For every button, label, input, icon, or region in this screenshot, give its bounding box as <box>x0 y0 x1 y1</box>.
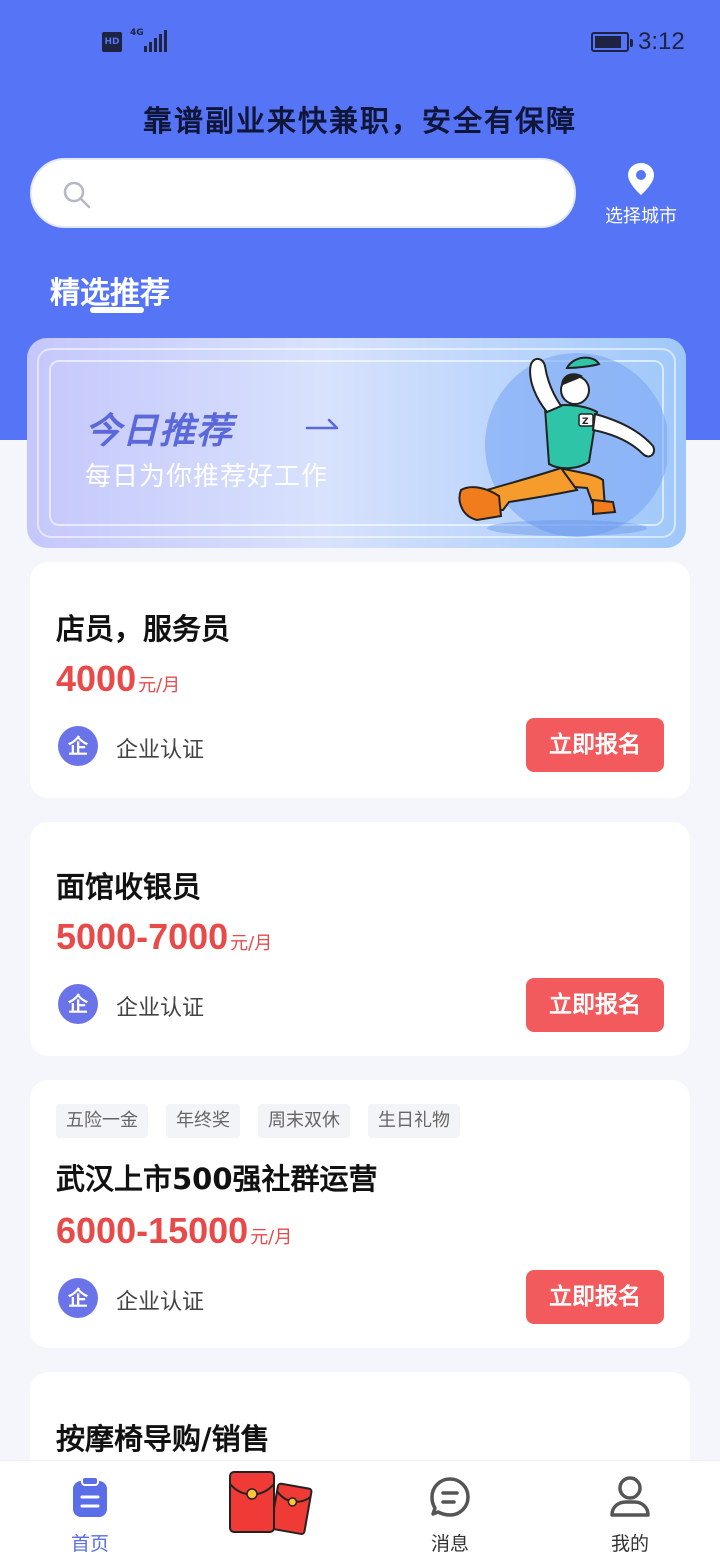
job-tag: 生日礼物 <box>368 1104 460 1138</box>
job-salary: 6000-15000 元/月 <box>56 1210 292 1252</box>
network-type: 4G <box>130 28 144 38</box>
job-tag: 年终奖 <box>166 1104 240 1138</box>
running-person-illustration: Z <box>458 353 667 537</box>
job-card[interactable]: 五险一金 年终奖 周末双休 生日礼物 武汉上市500强社群运营 6000-15000 元… <box>30 1080 690 1348</box>
salary-unit: 元/月 <box>230 933 273 954</box>
salary-unit: 元/月 <box>250 1227 293 1248</box>
salary-amount: 5000-7000 <box>56 916 229 957</box>
job-title: 店员，服务员 <box>56 612 231 646</box>
job-tag: 周末双休 <box>258 1104 350 1138</box>
salary-amount: 4000 <box>56 658 137 699</box>
job-tag: 五险一金 <box>56 1104 148 1138</box>
tab-messages-label: 消息 <box>430 1533 469 1555</box>
job-salary: 4000 元/月 <box>56 658 180 700</box>
signal-icon: 4G <box>130 28 170 54</box>
user-icon <box>610 1476 650 1517</box>
job-salary: 5000-7000 元/月 <box>56 916 272 958</box>
tab-featured[interactable]: 精选推荐 <box>50 268 170 312</box>
apply-now-button[interactable]: 立即报名 <box>526 1270 664 1324</box>
salary-amount: 6000-15000 <box>56 1210 249 1251</box>
select-city-label: 选择城市 <box>605 206 677 227</box>
enterprise-certified-label: 企业认证 <box>116 1290 205 1315</box>
location-pin-icon <box>628 163 654 195</box>
hd-icon: HD <box>102 32 122 52</box>
job-title: 武汉上市500强社群运营 <box>56 1162 378 1196</box>
clipboard-icon <box>73 1476 107 1517</box>
salary-unit: 元/月 <box>138 675 181 696</box>
svg-text:Z: Z <box>582 417 589 427</box>
arrow-right-icon <box>305 418 339 430</box>
enterprise-badge-icon: 企 <box>58 984 98 1024</box>
slogan: 靠谱副业来快兼职，安全有保障 <box>142 104 577 138</box>
select-city-button[interactable]: 选择城市 <box>596 162 686 228</box>
banner-subtitle: 每日为你推荐好工作 <box>85 462 329 492</box>
battery-icon <box>591 32 633 52</box>
job-card[interactable]: 店员，服务员 4000 元/月 企 企业认证 立即报名 <box>30 562 690 798</box>
tab-home-label: 首页 <box>70 1533 109 1555</box>
clock: 3:12 <box>638 28 685 55</box>
apply-now-button[interactable]: 立即报名 <box>526 718 664 772</box>
apply-now-button[interactable]: 立即报名 <box>526 978 664 1032</box>
tab-mine-label: 我的 <box>610 1533 649 1555</box>
enterprise-badge-icon: 企 <box>58 726 98 766</box>
job-title: 面馆收银员 <box>56 870 202 904</box>
banner-title: 今日推荐 <box>85 411 234 452</box>
search-input[interactable] <box>108 172 548 216</box>
job-tags: 五险一金 年终奖 周末双休 生日礼物 <box>56 1104 478 1138</box>
tab-indicator <box>90 307 144 313</box>
status-bar: HD 4G 3:12 <box>0 0 720 84</box>
enterprise-certified-label: 企业认证 <box>116 996 205 1021</box>
tab-messages[interactable]: 消息 <box>390 1461 510 1560</box>
enterprise-badge-icon: 企 <box>58 1278 98 1318</box>
today-recommend-banner[interactable]: 今日推荐 每日为你推荐好工作 Z <box>27 338 686 548</box>
enterprise-certified-label: 企业认证 <box>116 738 205 763</box>
tab-mine[interactable]: 我的 <box>570 1461 690 1560</box>
job-card[interactable]: 面馆收银员 5000-7000 元/月 企 企业认证 立即报名 <box>30 822 690 1056</box>
message-icon <box>430 1477 470 1517</box>
search-bar[interactable] <box>30 158 576 228</box>
red-packet-icon[interactable] <box>226 1470 316 1540</box>
tab-home[interactable]: 首页 <box>30 1461 150 1560</box>
search-icon <box>63 181 91 209</box>
job-title: 按摩椅导购/销售 <box>56 1422 270 1456</box>
bottom-tab-bar: 首页 消息 我的 <box>0 1460 720 1560</box>
